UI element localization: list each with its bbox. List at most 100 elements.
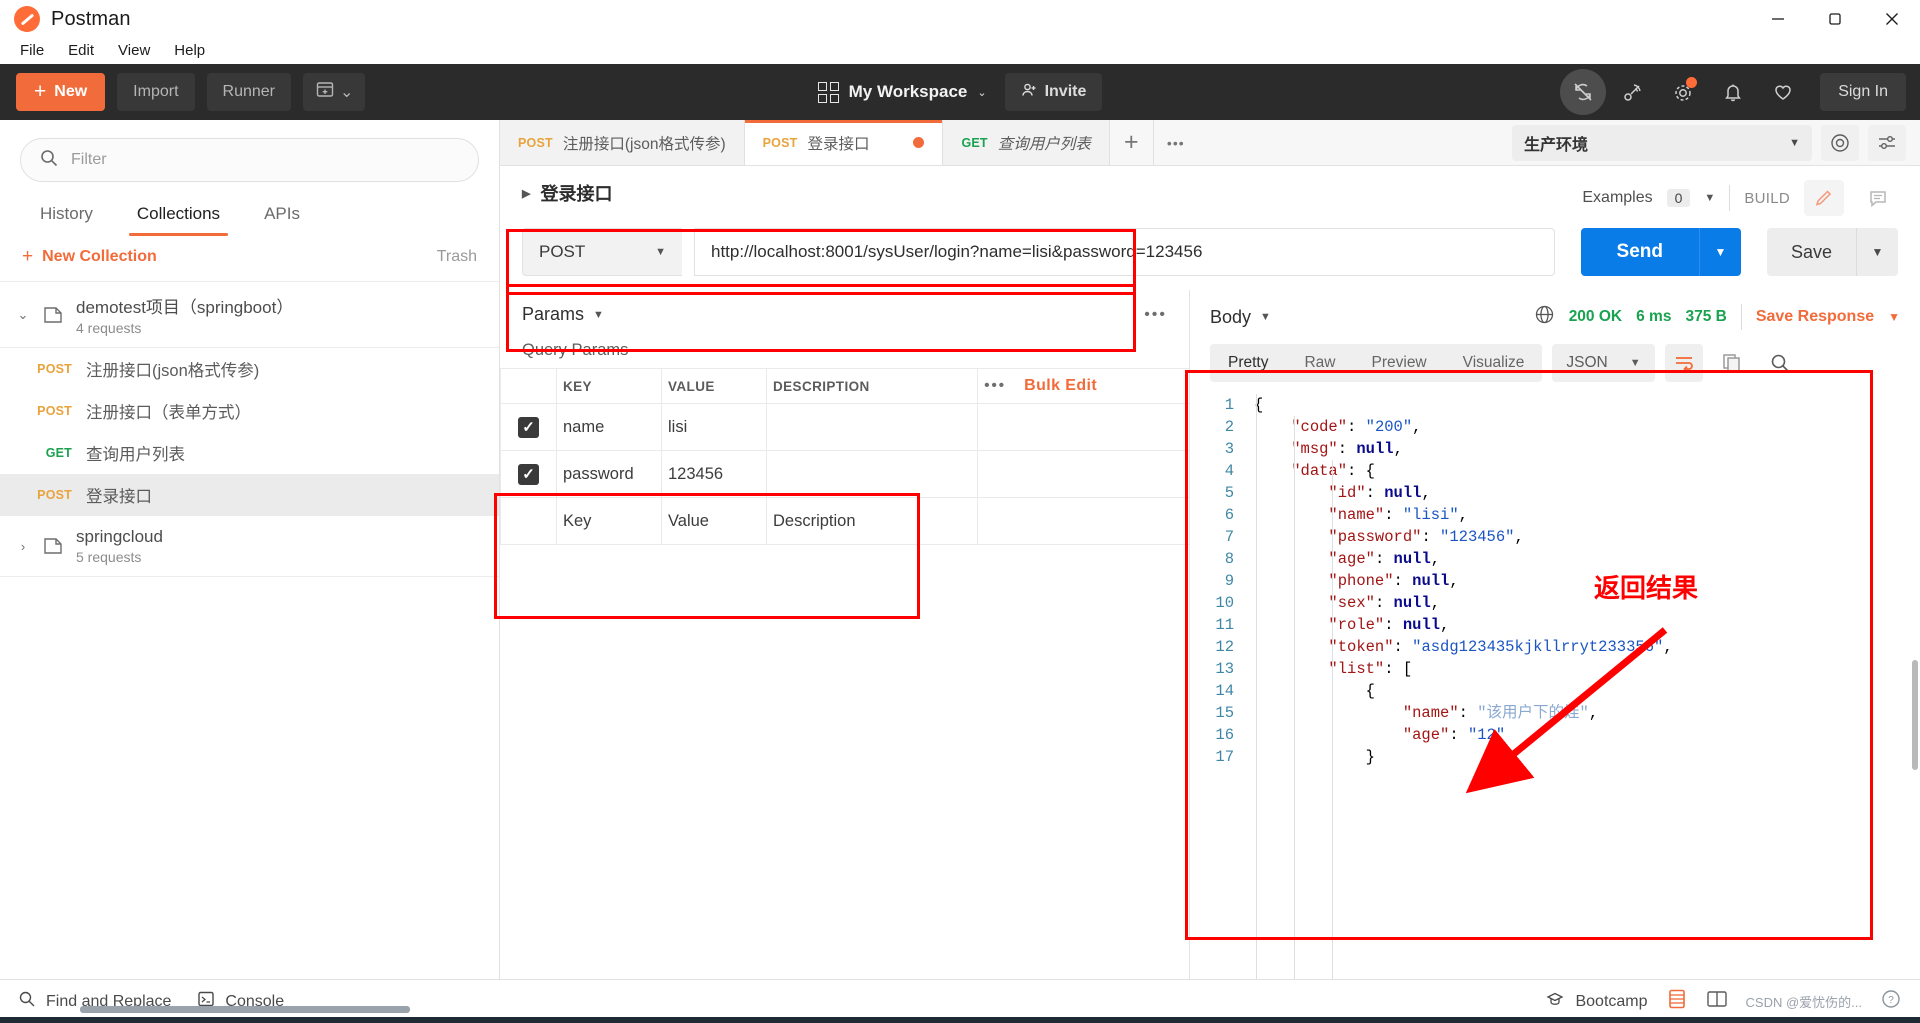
- param-description[interactable]: [766, 450, 979, 498]
- request-item-login[interactable]: POST 登录接口: [0, 474, 499, 516]
- two-pane-view-icon[interactable]: [1706, 988, 1728, 1015]
- add-tab-button[interactable]: +: [1110, 120, 1154, 165]
- tab-preview[interactable]: Preview: [1354, 344, 1445, 382]
- save-button[interactable]: Save: [1766, 228, 1856, 276]
- table-row[interactable]: ✓ name lisi: [500, 403, 1189, 451]
- wrap-lines-icon[interactable]: [1664, 344, 1703, 382]
- save-response-chevron-down-icon[interactable]: ▼: [1888, 310, 1900, 324]
- menu-file[interactable]: File: [8, 39, 56, 63]
- request-name: 登录接口: [86, 488, 152, 506]
- settings-sliders-icon[interactable]: [1868, 124, 1906, 161]
- send-options-chevron-down-icon[interactable]: ▼: [1698, 228, 1741, 276]
- params-bar: Params ▼ •••: [500, 290, 1189, 331]
- environment-quick-look-icon[interactable]: [1821, 124, 1859, 161]
- checkbox-checked-icon[interactable]: ✓: [518, 463, 539, 485]
- bell-icon[interactable]: [1710, 69, 1756, 115]
- filter-box[interactable]: [20, 138, 479, 182]
- menu-help[interactable]: Help: [162, 39, 217, 63]
- row-checkbox-cell[interactable]: ✓: [500, 450, 557, 498]
- params-more-options-icon[interactable]: •••: [1144, 306, 1167, 324]
- search-icon[interactable]: [1761, 344, 1799, 382]
- menu-edit[interactable]: Edit: [56, 39, 106, 63]
- request-title[interactable]: ▶ 登录接口: [522, 180, 612, 206]
- tab-pretty[interactable]: Pretty: [1210, 344, 1286, 382]
- table-more-options-icon[interactable]: •••: [984, 377, 1006, 394]
- invite-person-icon: [1021, 82, 1037, 103]
- response-body-toggle[interactable]: Body ▼: [1210, 307, 1271, 328]
- help-icon[interactable]: ?: [1880, 988, 1902, 1015]
- build-label[interactable]: BUILD: [1744, 190, 1790, 207]
- row-checkbox-cell[interactable]: [500, 497, 557, 545]
- collection-row-springcloud[interactable]: › springcloud 5 requests: [0, 516, 499, 577]
- save-options-chevron-down-icon[interactable]: ▼: [1856, 228, 1898, 276]
- gear-icon[interactable]: [1660, 69, 1706, 115]
- search-input[interactable]: [71, 151, 460, 169]
- request-item-register-form[interactable]: POST 注册接口（表单方式）: [0, 390, 499, 432]
- request-item-register-json[interactable]: POST 注册接口(json格式传参): [0, 348, 499, 390]
- sync-off-icon[interactable]: [1560, 69, 1607, 115]
- horizontal-scrollbar[interactable]: [80, 1006, 410, 1013]
- satellite-icon[interactable]: [1610, 69, 1656, 115]
- request-tab-login[interactable]: POST 登录接口: [744, 120, 944, 165]
- copy-icon[interactable]: [1713, 344, 1751, 382]
- new-collection-button[interactable]: + New Collection: [22, 246, 157, 268]
- request-tab-register-json[interactable]: POST 注册接口(json格式传参): [500, 120, 745, 165]
- params-section-toggle[interactable]: Params ▼: [522, 304, 604, 325]
- environment-selector[interactable]: 生产环境 ▼: [1512, 124, 1812, 161]
- request-item-user-list[interactable]: GET 查询用户列表: [0, 432, 499, 474]
- line-number: 6: [1224, 506, 1234, 524]
- save-response-button[interactable]: Save Response: [1756, 308, 1874, 326]
- param-value-placeholder[interactable]: Value: [661, 497, 767, 545]
- tab-raw[interactable]: Raw: [1286, 344, 1353, 382]
- chevron-down-icon[interactable]: ⌄: [16, 307, 30, 323]
- response-format-select[interactable]: JSON ▼: [1552, 344, 1655, 382]
- workspace-selector[interactable]: My Workspace ⌄: [817, 81, 987, 103]
- close-icon[interactable]: [1863, 0, 1920, 38]
- param-value[interactable]: 123456: [661, 450, 767, 498]
- response-vertical-scrollbar[interactable]: [1912, 660, 1918, 770]
- menu-view[interactable]: View: [106, 39, 162, 63]
- value-column-header: VALUE: [661, 368, 767, 404]
- comment-icon[interactable]: [1858, 180, 1898, 216]
- chevron-down-icon[interactable]: ▼: [1704, 192, 1715, 204]
- param-key[interactable]: name: [556, 403, 662, 451]
- new-window-button[interactable]: ⌄: [303, 73, 366, 111]
- row-checkbox-cell[interactable]: ✓: [500, 403, 557, 451]
- code-line: "list": [: [1328, 660, 1413, 678]
- tab-history[interactable]: History: [18, 196, 115, 236]
- param-value[interactable]: lisi: [661, 403, 767, 451]
- table-row-placeholder[interactable]: Key Value Description: [500, 497, 1189, 545]
- request-tab-user-list[interactable]: GET 查询用户列表: [943, 120, 1110, 165]
- checkbox-checked-icon[interactable]: ✓: [518, 416, 539, 438]
- invite-button[interactable]: Invite: [1004, 73, 1103, 111]
- collection-row-demotest[interactable]: ⌄ demotest项目（springboot） 4 requests: [0, 282, 499, 348]
- tab-more-options-icon[interactable]: •••: [1154, 120, 1198, 165]
- trash-button[interactable]: Trash: [437, 248, 477, 266]
- table-row[interactable]: ✓ password 123456: [500, 450, 1189, 498]
- edit-pencil-icon[interactable]: [1804, 180, 1844, 216]
- import-button[interactable]: Import: [117, 73, 195, 111]
- param-description[interactable]: [766, 403, 979, 451]
- code-content[interactable]: { "code": "200", "msg": null, "data": { …: [1246, 394, 1920, 979]
- bootcamp-button[interactable]: Bootcamp: [1545, 989, 1648, 1014]
- maximize-icon[interactable]: [1806, 0, 1863, 38]
- bulk-edit-button[interactable]: Bulk Edit: [1024, 377, 1097, 394]
- new-button[interactable]: + New: [16, 73, 106, 111]
- examples-label[interactable]: Examples: [1582, 189, 1652, 207]
- http-method-select[interactable]: POST ▼: [522, 228, 682, 276]
- response-code-viewer[interactable]: 1 2 3 4 5 6 7 8 9 10 11 12 13 14 15 16 1…: [1190, 388, 1920, 979]
- tab-visualize[interactable]: Visualize: [1445, 344, 1543, 382]
- minimize-icon[interactable]: [1749, 0, 1806, 38]
- chevron-right-icon[interactable]: ›: [16, 539, 30, 554]
- layout-toggle-icon[interactable]: [1666, 988, 1688, 1015]
- runner-button[interactable]: Runner: [206, 73, 291, 111]
- param-key-placeholder[interactable]: Key: [556, 497, 662, 545]
- tab-collections[interactable]: Collections: [115, 196, 242, 236]
- sign-in-button[interactable]: Sign In: [1820, 73, 1906, 111]
- tab-apis[interactable]: APIs: [242, 196, 322, 236]
- send-button[interactable]: Send: [1580, 228, 1699, 276]
- param-key[interactable]: password: [556, 450, 662, 498]
- url-input[interactable]: [694, 228, 1555, 276]
- heart-icon[interactable]: [1760, 69, 1806, 115]
- param-description-placeholder[interactable]: Description: [766, 497, 979, 545]
